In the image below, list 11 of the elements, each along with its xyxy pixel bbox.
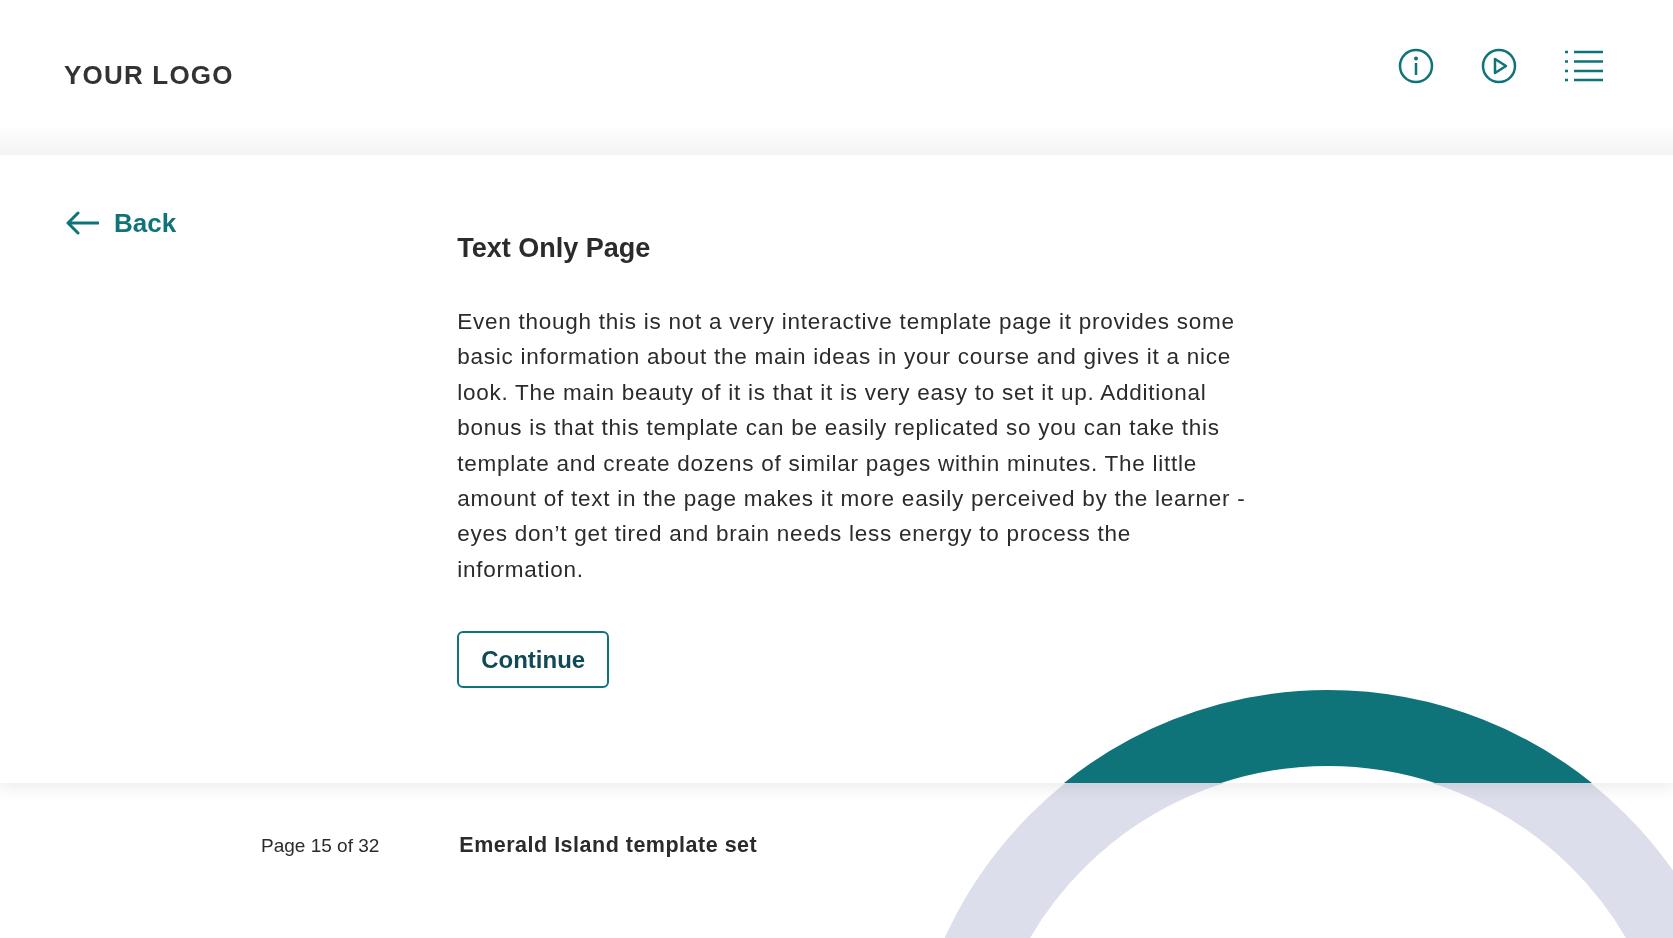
info-icon[interactable] — [1398, 48, 1434, 84]
page-title: Text Only Page — [457, 233, 652, 264]
play-icon[interactable] — [1481, 48, 1517, 84]
logo: YOUR LOGO — [64, 60, 234, 91]
menu-icon[interactable] — [1564, 49, 1604, 83]
arrow-icon — [65, 211, 99, 235]
page-counter: Page 15 of 32 — [261, 834, 380, 857]
body-paragraph: Even though this is not a very interactive template page it provides some basic information about the main ideas in your course and gives it a nice look. The main beauty of it is that it is very easy to set it up. Additional bonus is that this template can be easily replicated so you can take this template and create dozens of similar pages within minutes. The little amount of text in the page makes it more easily perceived by the learner - eyes don’t get tired and brain needs less energy to process the information. — [457, 308, 1247, 584]
course-title: Emerald Island template set — [459, 833, 758, 858]
back-link[interactable]: Back — [65, 205, 177, 241]
continue-button[interactable]: Continue — [457, 631, 610, 689]
